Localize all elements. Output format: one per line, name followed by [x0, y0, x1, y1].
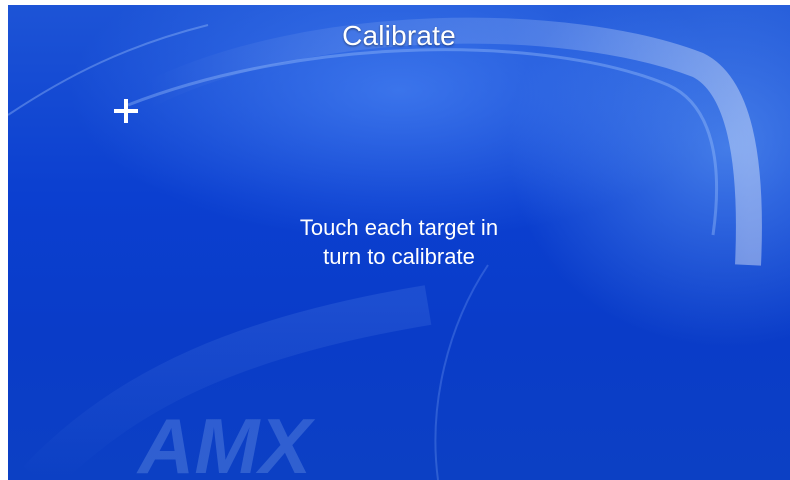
instruction-line-1: Touch each target in — [299, 215, 499, 240]
calibration-instructions: Touch each target in turn to calibrate — [249, 213, 549, 271]
svg-text:AMX: AMX — [136, 405, 315, 480]
calibration-screen[interactable]: Calibrate Touch each target in turn to c… — [8, 5, 790, 480]
amx-logo-watermark: AMX — [136, 405, 315, 480]
crosshair-plus-icon[interactable] — [114, 99, 138, 123]
instruction-line-2: turn to calibrate — [323, 244, 475, 269]
page-title: Calibrate — [342, 20, 456, 51]
